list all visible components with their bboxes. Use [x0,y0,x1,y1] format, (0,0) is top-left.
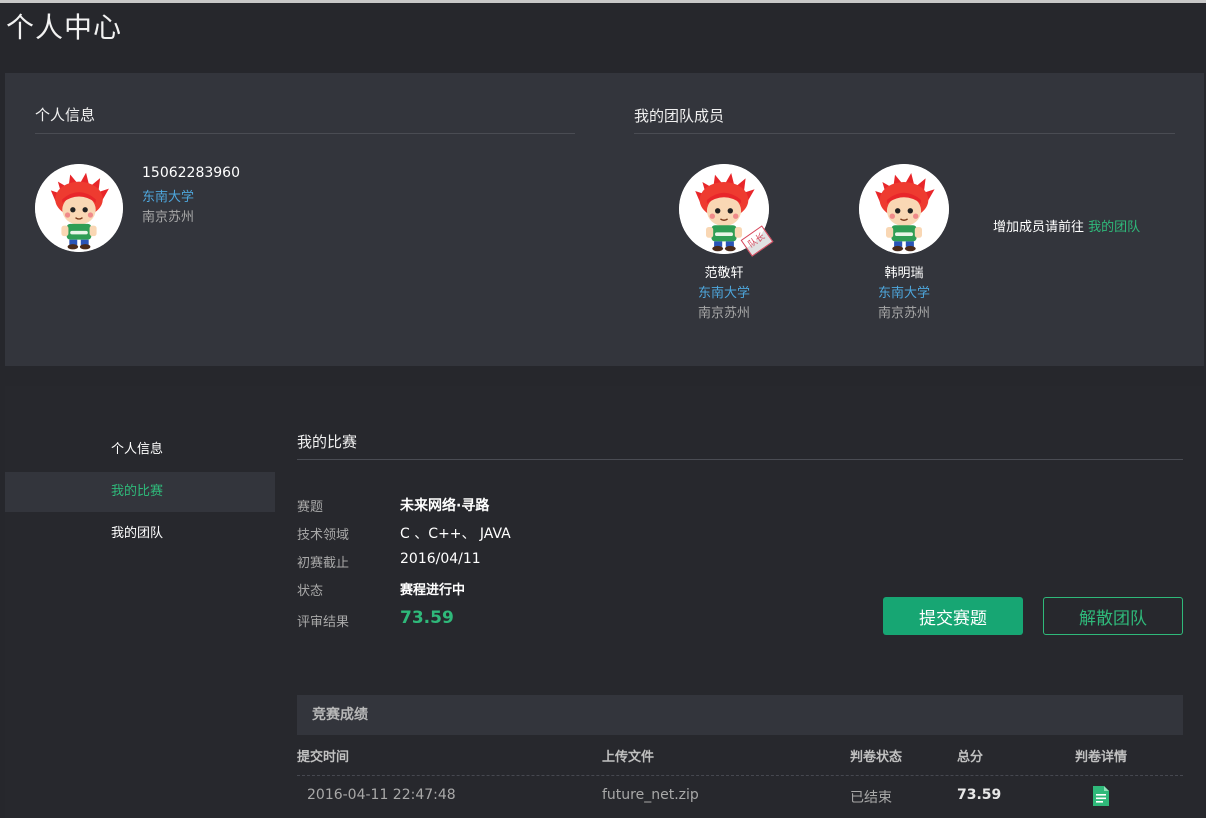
member-name: 范敬轩 [704,266,744,281]
user-avatar [35,164,123,252]
member-city: 南京苏州 [877,306,930,321]
my-team-link[interactable]: 我的团队 [1088,220,1140,235]
cell-uploaded-file: future_net.zip [602,787,699,803]
sidebar-item-personal-info[interactable]: 个人信息 [5,430,275,470]
field-value-tech: C 、C++、 JAVA [400,526,511,542]
my-contest-title: 我的比赛 [297,433,358,451]
member-city: 南京苏州 [697,306,750,321]
personal-info-title: 个人信息 [35,106,96,124]
field-label-topic: 赛题 [297,500,324,515]
results-header: 竞赛成绩 [297,695,1183,735]
member-avatar [859,164,949,254]
field-label-deadline: 初赛截止 [297,556,350,571]
field-label-review: 评审结果 [297,615,350,630]
add-member-hint: 增加成员请前往 我的团队 [993,216,1140,235]
member-school: 东南大学 [877,286,930,301]
top-border [0,0,1206,3]
member-school: 东南大学 [697,286,750,301]
cartoon-avatar-icon [859,164,949,254]
user-city: 南京苏州 [142,210,195,225]
field-value-deadline: 2016/04/11 [400,551,481,567]
sidebar-item-my-team[interactable]: 我的团队 [5,514,275,554]
field-value-topic: 未来网络·寻路 [400,498,490,514]
dissolve-team-button[interactable]: 解散团队 [1043,597,1183,635]
column-header: 判卷状态 [850,750,903,765]
personal-info-divider [35,133,575,134]
user-phone: 15062283960 [142,165,240,181]
page-title: 个人中心 [6,11,123,44]
user-school: 东南大学 [142,190,195,205]
team-members-title: 我的团队成员 [634,107,725,125]
cell-judge-status: 已结束 [850,790,892,806]
field-value-status: 赛程进行中 [400,583,466,598]
cell-total-score: 73.59 [957,787,1002,803]
my-contest-divider [297,459,1183,460]
member-name: 韩明瑞 [884,266,924,281]
cartoon-avatar-icon [35,164,123,252]
table-divider [297,775,1183,776]
cell-submit-time: 2016-04-11 22:47:48 [307,787,456,803]
submit-contest-button[interactable]: 提交赛题 [883,597,1023,635]
field-label-status: 状态 [297,584,324,599]
team-members-divider [634,133,1175,134]
column-header: 上传文件 [602,750,655,765]
review-score: 73.59 [400,608,454,628]
column-header: 提交时间 [297,750,350,765]
field-label-tech: 技术领域 [297,528,350,543]
document-icon[interactable] [1092,785,1110,807]
add-member-text: 增加成员请前往 [993,220,1085,235]
column-header: 总分 [957,750,984,765]
column-header: 判卷详情 [1075,750,1128,765]
sidebar-item-my-contest[interactable]: 我的比赛 [5,472,275,512]
